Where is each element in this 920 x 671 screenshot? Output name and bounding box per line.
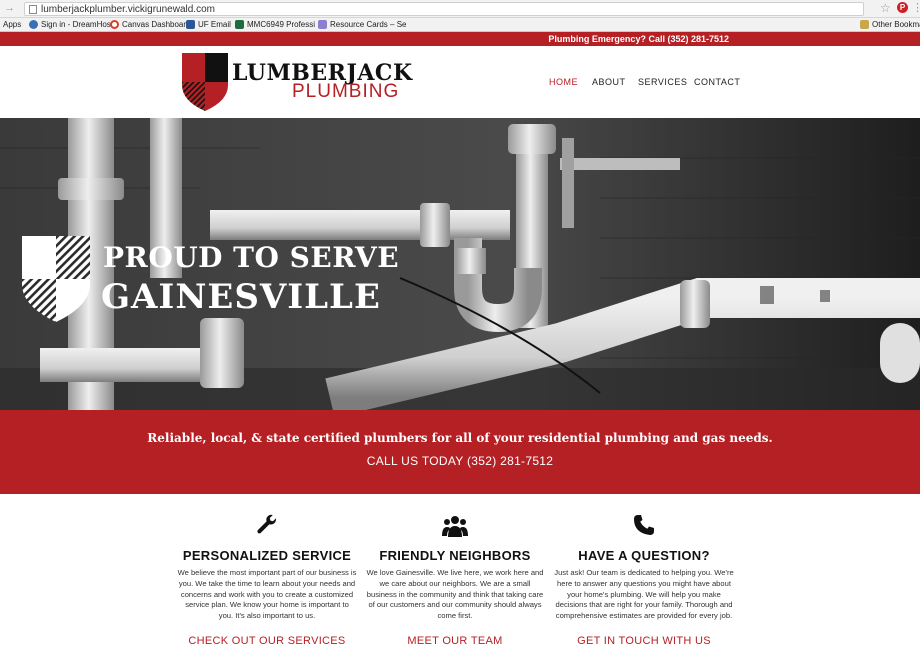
bookmark-mmc[interactable]: MMC6949 Professi	[235, 20, 315, 31]
bookmark-canvas[interactable]: Canvas Dashboard	[110, 20, 190, 31]
bookmark-label: Apps	[3, 20, 22, 29]
hero-heading-line1: PROUD TO SERVE	[103, 241, 400, 274]
bookmark-dreamhost[interactable]: Sign in - DreamHost	[29, 20, 113, 31]
feature-body: Just ask! Our team is dedicated to helpi…	[554, 568, 734, 621]
bookmark-label: Sign in - DreamHost	[41, 20, 114, 29]
feature-title: FRIENDLY NEIGHBORS	[379, 548, 531, 563]
folder-icon	[860, 20, 869, 29]
browser-toolbar: → lumberjackplumber.vickigrunewald.com ☆…	[0, 0, 920, 18]
site-header: LUMBERJACK PLUMBING HOME ABOUT SERVICES …	[0, 46, 920, 118]
canvas-icon	[110, 20, 119, 29]
bookmark-label: Canvas Dashboard	[122, 20, 191, 29]
feature-icon-wrap	[370, 514, 540, 540]
nav-home[interactable]: HOME	[549, 77, 578, 87]
bookmark-resource-cards[interactable]: Resource Cards – Se	[318, 20, 406, 31]
pinterest-icon[interactable]: P	[897, 2, 908, 13]
feature-title: PERSONALIZED SERVICE	[182, 548, 352, 563]
hero-shield-icon	[22, 236, 90, 322]
menu-icon[interactable]: ⋮	[912, 1, 920, 14]
hero-heading-line2: GAINESVILLE	[101, 277, 381, 317]
check-out-services-link[interactable]: CHECK OUT OUR SERVICES	[162, 635, 372, 647]
mmc-icon	[235, 20, 244, 29]
brand-subname: PLUMBING	[292, 81, 400, 102]
resource-cards-icon	[318, 20, 327, 29]
address-bar[interactable]: lumberjackplumber.vickigrunewald.com	[24, 2, 864, 16]
nav-services[interactable]: SERVICES	[638, 77, 687, 87]
meet-our-team-link[interactable]: MEET OUR TEAM	[350, 635, 560, 647]
hero-banner: PROUD TO SERVE GAINESVILLE	[0, 118, 920, 410]
wrench-icon	[257, 514, 277, 534]
emergency-bar: Plumbing Emergency? Call (352) 281-7512	[0, 32, 920, 46]
feature-body: We believe the most important part of ou…	[177, 568, 357, 621]
bookmarks-bar: Apps Sign in - DreamHost Canvas Dashboar…	[0, 18, 920, 32]
nav-about[interactable]: ABOUT	[592, 77, 626, 87]
feature-title: HAVE A QUESTION?	[578, 548, 710, 563]
bookmark-uf-email[interactable]: UF Email	[186, 20, 231, 31]
bookmark-label: MMC6949 Professi	[247, 20, 316, 29]
tagline-text: Reliable, local, & state certified plumb…	[147, 431, 773, 445]
dreamhost-icon	[29, 20, 38, 29]
bookmark-apps[interactable]: Apps	[3, 20, 21, 31]
phone-icon	[634, 515, 654, 535]
emergency-phone-text[interactable]: Plumbing Emergency? Call (352) 281-7512	[548, 33, 729, 45]
features-section: PERSONALIZED SERVICE We believe the most…	[0, 494, 920, 671]
tagline-band: Reliable, local, & state certified plumb…	[0, 410, 920, 494]
bookmark-label: Resource Cards – Se	[330, 20, 407, 29]
feature-body: We love Gainesville. We live here, we wo…	[366, 568, 544, 621]
bookmark-star-icon[interactable]: ☆	[880, 1, 891, 15]
back-arrow-icon[interactable]: →	[4, 2, 15, 14]
get-in-touch-link[interactable]: GET IN TOUCH WITH US	[539, 635, 749, 647]
feature-icon-wrap	[559, 514, 729, 540]
nav-contact[interactable]: CONTACT	[694, 77, 740, 87]
url-text[interactable]: lumberjackplumber.vickigrunewald.com	[41, 3, 215, 16]
page-icon	[29, 5, 37, 14]
uf-email-icon	[186, 20, 195, 29]
site-logo[interactable]: LUMBERJACK PLUMBING	[182, 53, 412, 111]
bookmark-label: UF Email	[198, 20, 231, 29]
bookmark-label: Other Bookmarks	[872, 20, 920, 29]
feature-icon-wrap	[182, 514, 352, 540]
call-us-text[interactable]: CALL US TODAY (352) 281-7512	[0, 454, 920, 468]
logo-shield-icon	[182, 53, 228, 111]
bookmark-other[interactable]: Other Bookmarks	[860, 20, 920, 31]
group-icon	[442, 516, 468, 537]
